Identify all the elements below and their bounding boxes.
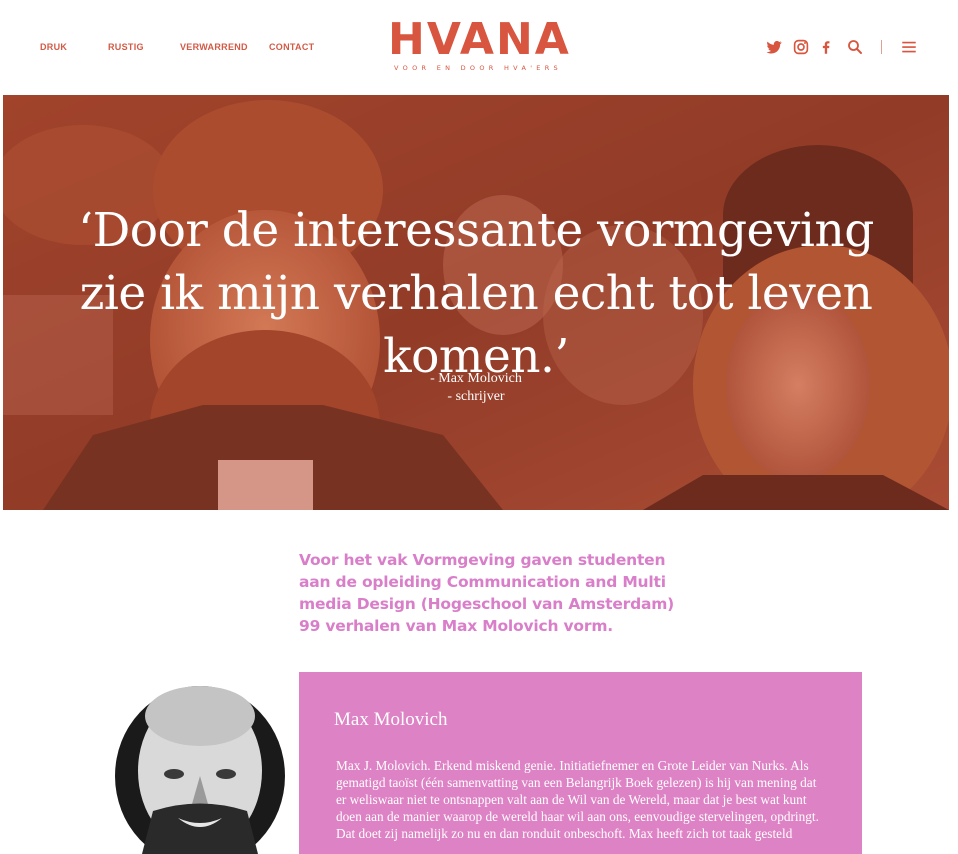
search-icon[interactable]	[846, 38, 864, 56]
hero-quote: ‘Door de interessante vormgeving zie ik …	[78, 203, 874, 384]
nav-item-contact[interactable]: CONTACT	[269, 42, 314, 52]
logo-tagline: VOOR EN DOOR HVA'ERS	[394, 64, 562, 72]
site-header: DRUK RUSTIG VERWARREND CONTACT HVANA VOO…	[0, 0, 958, 95]
hero-quote-role: - schrijver	[447, 389, 505, 404]
bio-card: Max Molovich Max J. Molovich. Erkend mis…	[299, 672, 862, 854]
facebook-icon[interactable]	[817, 38, 835, 56]
hero-banner: ‘Door de interessante vormgeving zie ik …	[3, 95, 949, 510]
instagram-icon[interactable]	[792, 38, 810, 56]
nav-item-verwarrend[interactable]: VERWARREND	[180, 42, 248, 52]
nav-item-rustig[interactable]: RUSTIG	[108, 42, 144, 52]
bio-text: Max J. Molovich. Erkend miskend genie. I…	[336, 758, 819, 841]
intro-text: Voor het vak Vormgeving gaven studenten …	[299, 551, 675, 635]
twitter-icon[interactable]	[765, 38, 783, 56]
header-divider	[881, 40, 882, 54]
site-logo[interactable]: HVANA VOOR EN DOOR HVA'ERS	[388, 14, 571, 73]
bio-name: Max Molovich	[334, 709, 448, 730]
logo-text: HVANA	[388, 14, 571, 65]
menu-icon[interactable]	[900, 38, 918, 56]
author-portrait	[108, 676, 292, 854]
hero-quote-author: - Max Molovich	[430, 371, 522, 386]
nav-item-druk[interactable]: DRUK	[40, 42, 67, 52]
